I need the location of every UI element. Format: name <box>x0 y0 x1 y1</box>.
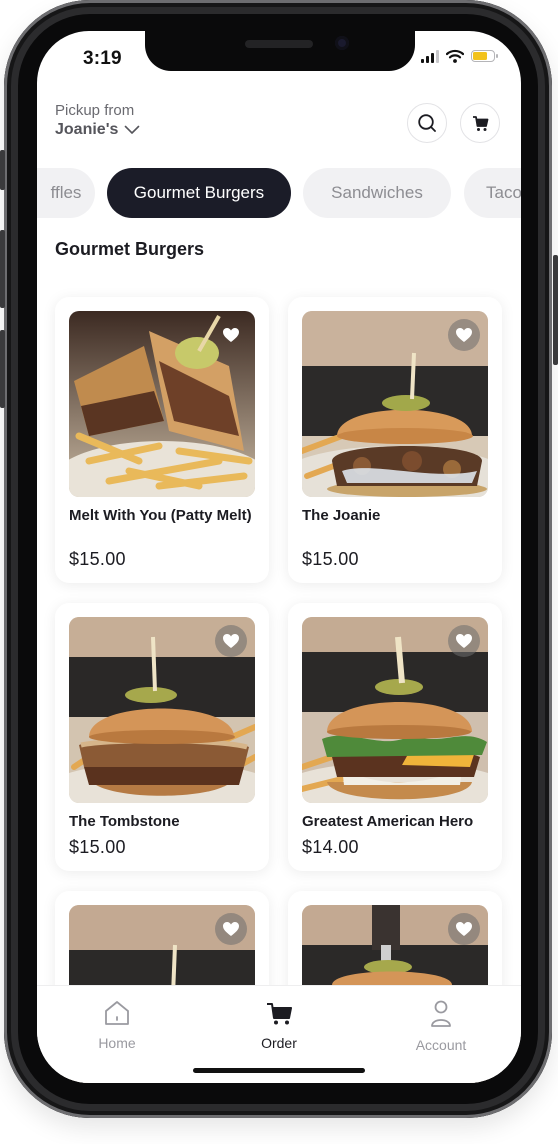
home-icon <box>105 1001 129 1025</box>
item-name: Melt With You (Patty Melt) <box>69 507 252 524</box>
tab-home[interactable]: Home <box>57 1000 177 1051</box>
section-title: Gourmet Burgers <box>55 239 205 259</box>
favorite-button[interactable] <box>215 913 247 945</box>
category-chip-label: Gourmet Burgers <box>133 183 265 202</box>
item-photo <box>302 311 488 497</box>
item-photo <box>69 311 255 497</box>
heart-icon <box>223 634 239 648</box>
item-photo <box>302 617 488 803</box>
tab-order[interactable]: Order <box>219 1000 339 1051</box>
item-name: The Joanie <box>302 507 381 524</box>
cart-icon <box>473 116 489 131</box>
category-chip-gourmet-burgers[interactable]: Gourmet Burgers <box>107 168 291 218</box>
heart-icon <box>456 328 472 342</box>
item-photo <box>69 617 255 803</box>
notch <box>145 31 415 71</box>
favorite-button[interactable] <box>215 319 247 351</box>
favorite-button[interactable] <box>448 625 480 657</box>
pickup-label: Pickup from <box>55 102 135 119</box>
tab-label: Order <box>261 1035 297 1051</box>
volume-down-button <box>0 330 5 408</box>
menu-item-card[interactable]: The Tombstone $15.00 <box>55 603 269 871</box>
home-indicator[interactable] <box>193 1068 365 1073</box>
category-chips: ffles Gourmet Burgers Sandwiches Taco <box>37 168 521 218</box>
category-chip-sandwiches[interactable]: Sandwiches <box>303 168 451 218</box>
search-icon <box>418 114 436 132</box>
item-price: $15.00 <box>69 549 126 569</box>
cellular-signal-icon <box>421 49 439 63</box>
speaker <box>245 40 313 48</box>
app-screen: 3:19 Pickup from Joanie's ffles Gourmet … <box>37 31 521 1083</box>
favorite-button[interactable] <box>448 913 480 945</box>
heart-icon <box>456 922 472 936</box>
location-name: Joanie's <box>55 121 119 138</box>
favorite-button[interactable] <box>448 319 480 351</box>
search-button[interactable] <box>407 103 447 143</box>
cart-button[interactable] <box>460 103 500 143</box>
heart-icon <box>223 328 239 342</box>
heart-icon <box>223 922 239 936</box>
item-price: $15.00 <box>302 549 359 569</box>
favorite-button[interactable] <box>215 625 247 657</box>
volume-up-button <box>0 230 5 308</box>
menu-item-card[interactable]: Greatest American Hero $14.00 <box>288 603 502 871</box>
category-chip-waffles[interactable]: ffles <box>37 168 95 218</box>
category-chip-label: Sandwiches <box>331 183 423 202</box>
wifi-icon <box>446 49 464 63</box>
battery-icon <box>471 50 498 62</box>
status-time: 3:19 <box>83 48 122 69</box>
category-chip-label: ffles <box>50 183 82 202</box>
location-selector[interactable]: Joanie's <box>55 121 140 139</box>
item-price: $14.00 <box>302 837 359 857</box>
cart-icon <box>267 1003 292 1025</box>
mute-switch <box>0 150 5 190</box>
item-price: $15.00 <box>69 837 126 857</box>
item-name: The Tombstone <box>69 813 180 830</box>
power-button <box>553 255 558 365</box>
item-name: Greatest American Hero <box>302 813 474 830</box>
category-chip-label: Taco <box>486 183 521 202</box>
menu-grid: Melt With You (Patty Melt) $15.00 The Jo… <box>37 297 521 1083</box>
menu-item-card[interactable]: Melt With You (Patty Melt) $15.00 <box>55 297 269 583</box>
tab-bar: Home Order Account <box>37 985 521 1083</box>
menu-item-card[interactable]: The Joanie $15.00 <box>288 297 502 583</box>
tab-label: Account <box>415 1037 467 1053</box>
category-chip-tacos[interactable]: Taco <box>464 168 521 218</box>
chevron-down-icon <box>125 125 140 134</box>
status-icons <box>421 49 498 63</box>
user-icon <box>431 1000 451 1027</box>
heart-icon <box>456 634 472 648</box>
tab-label: Home <box>98 1035 136 1051</box>
front-camera <box>335 36 349 50</box>
tab-account[interactable]: Account <box>381 1000 501 1053</box>
